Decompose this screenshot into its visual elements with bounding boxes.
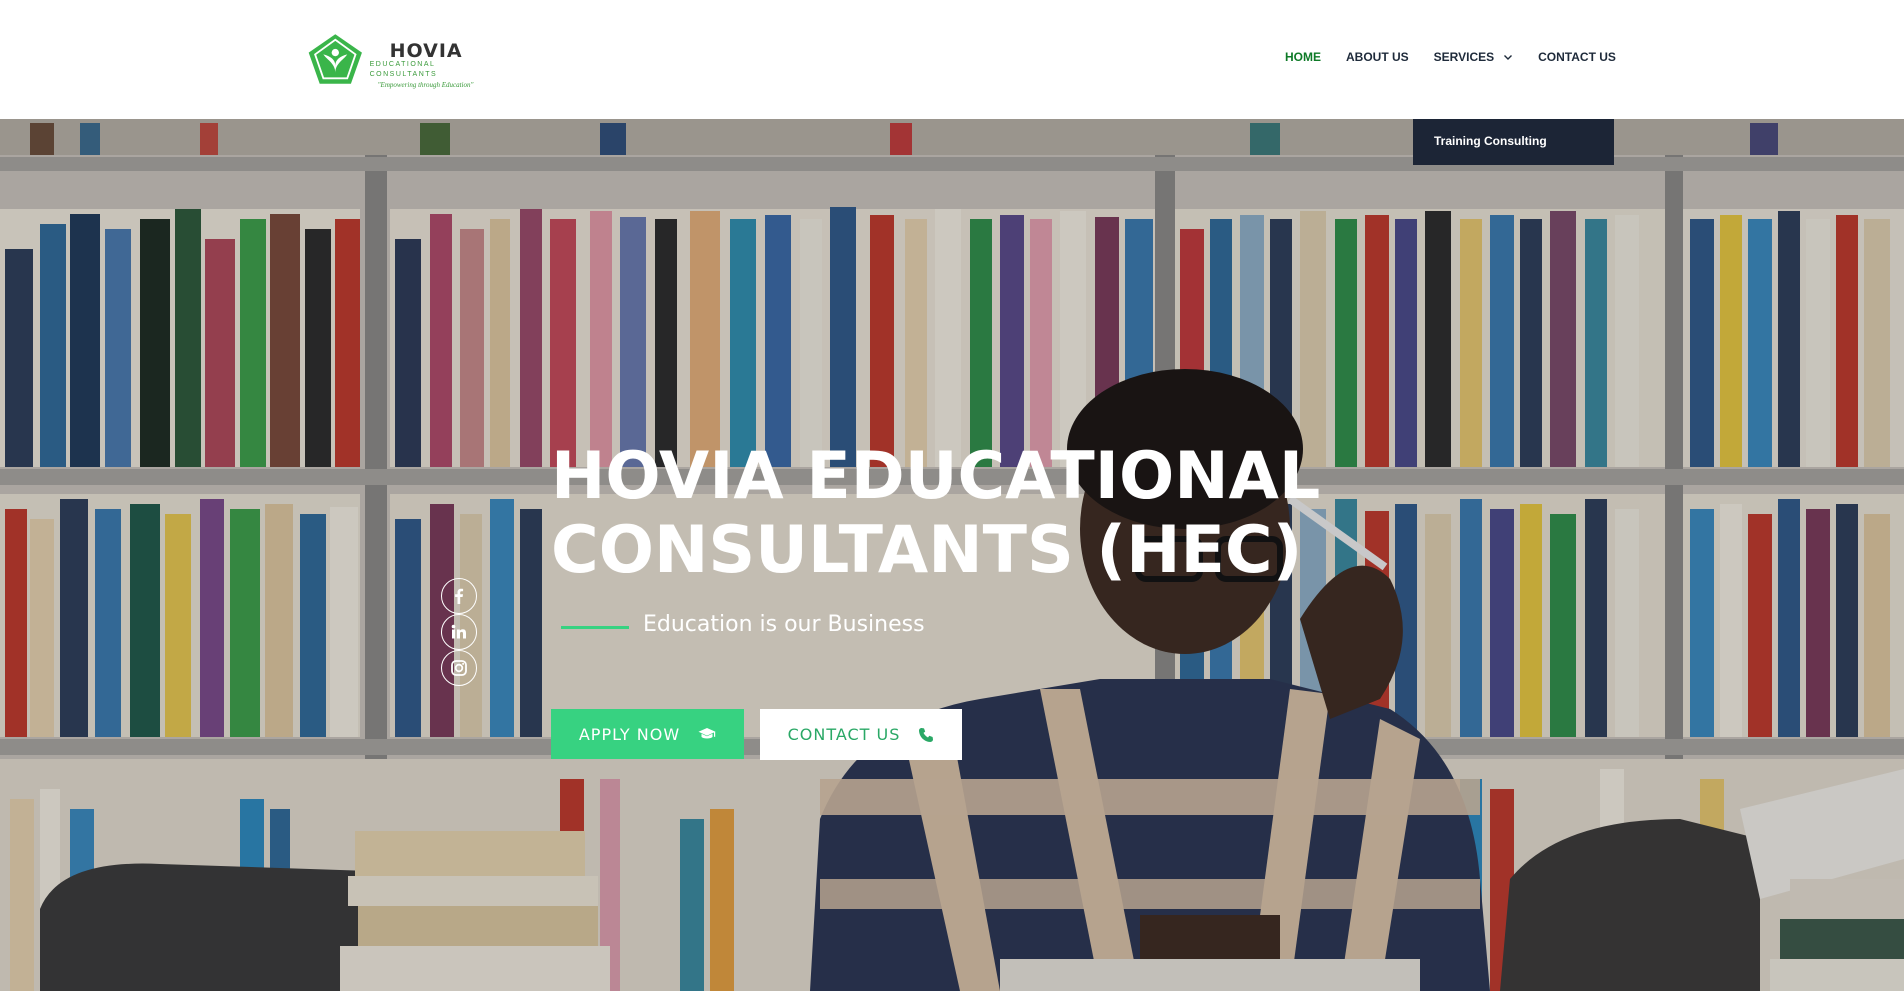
logo[interactable]: HOVIA EDUCATIONAL CONSULTANTS "Empowerin…	[305, 30, 495, 89]
apply-now-button[interactable]: APPLY NOW	[551, 709, 744, 759]
facebook-link[interactable]	[441, 578, 477, 614]
brand-subtitle: EDUCATIONAL CONSULTANTS	[369, 61, 438, 78]
social-links	[441, 578, 477, 686]
nav-about-label: ABOUT US	[1346, 50, 1409, 64]
nav-about-us[interactable]: ABOUT US	[1346, 50, 1409, 64]
hero-title-line-1: HOVIA EDUCATIONAL	[551, 439, 1321, 514]
graduation-cap-icon	[698, 728, 716, 739]
site-header: HOVIA EDUCATIONAL CONSULTANTS "Empowerin…	[0, 0, 1904, 119]
instagram-link[interactable]	[441, 650, 477, 686]
linkedin-icon	[451, 624, 466, 639]
apply-now-label: APPLY NOW	[578, 724, 681, 744]
hero-subtitle: Education is our Business	[643, 612, 925, 637]
nav-services-label: SERVICES	[1433, 50, 1495, 64]
hero-title: HOVIA EDUCATIONAL CONSULTANTS (HEC)	[551, 440, 1320, 588]
dropdown-item-training-consulting[interactable]: Training Consulting	[1434, 134, 1547, 148]
services-dropdown: Training Consulting	[1413, 119, 1614, 165]
facebook-icon	[455, 588, 464, 604]
chevron-down-icon	[1504, 55, 1513, 60]
nav-contact-us[interactable]: CONTACT US	[1538, 50, 1616, 64]
nav-home[interactable]: HOME	[1285, 50, 1321, 64]
instagram-icon	[451, 660, 467, 676]
main-nav: HOME ABOUT US SERVICES CONTACT US	[1285, 50, 1616, 64]
logo-mark-icon	[308, 34, 362, 84]
nav-contact-label: CONTACT US	[1538, 50, 1616, 64]
hero-subtitle-row: Education is our Business	[561, 612, 925, 637]
contact-us-label: CONTACT US	[787, 725, 901, 744]
nav-services[interactable]: SERVICES	[1434, 50, 1513, 64]
hero-title-line-2: CONSULTANTS (HEC)	[551, 513, 1303, 588]
contact-us-button[interactable]: CONTACT US	[760, 709, 962, 760]
nav-home-label: HOME	[1285, 50, 1321, 64]
accent-divider	[561, 626, 629, 629]
linkedin-link[interactable]	[441, 614, 477, 650]
brand-tagline: "Empowering through Education"	[377, 81, 474, 89]
brand-name: HOVIA	[389, 40, 463, 62]
phone-icon	[919, 727, 934, 742]
